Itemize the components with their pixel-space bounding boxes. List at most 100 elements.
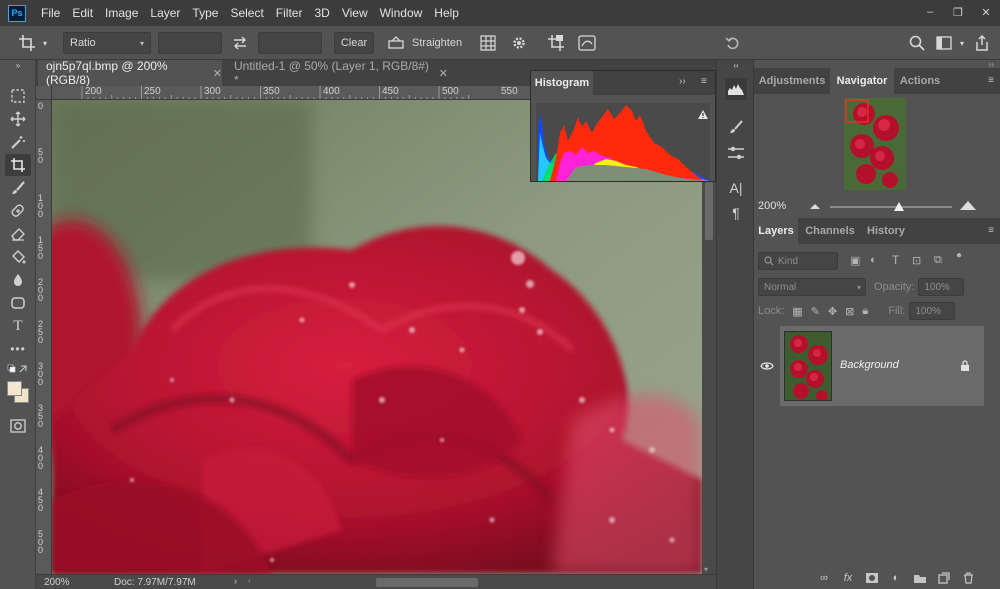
blur-tool-icon[interactable] [5,269,31,291]
tab-histogram[interactable]: Histogram [531,71,593,95]
layer-style-icon[interactable]: fx [840,571,856,585]
move-tool-icon[interactable] [5,108,31,130]
swap-ratio-icon[interactable] [229,32,251,54]
menu-type[interactable]: Type [186,0,224,26]
close-button[interactable]: ✕ [972,0,1000,24]
search-icon[interactable] [906,32,928,54]
menu-help[interactable]: Help [428,0,465,26]
straighten-button[interactable]: Straighten [410,32,464,54]
smart-object-filter-icon[interactable]: ⧉ [934,254,942,267]
tab-adjustments[interactable]: Adjustments [754,68,830,94]
restore-button[interactable]: ❐ [944,0,972,24]
gear-icon[interactable] [508,32,530,54]
rectangle-tool-icon[interactable] [5,292,31,314]
collapse-toolbox-icon[interactable]: » [5,60,31,70]
collapse-dock-icon[interactable]: ›› [989,60,994,69]
lock-transparent-icon[interactable]: ▦ [792,305,802,318]
reset-icon[interactable] [722,32,744,54]
type-tool-icon[interactable]: T [5,315,31,337]
tab-history[interactable]: History [862,218,910,244]
crop-tool-icon[interactable] [5,154,31,176]
navigator-zoom-value[interactable]: 200% [758,200,786,212]
quick-mask-icon[interactable] [5,415,31,437]
menu-view[interactable]: View [336,0,374,26]
navigator-zoom-slider[interactable] [830,206,952,208]
foreground-background-color-icon[interactable] [5,378,31,408]
scroll-down-icon[interactable]: ▾ [704,565,708,574]
filter-toggle-icon[interactable]: ● [956,250,962,261]
overlay-grid-icon[interactable] [477,32,499,54]
menu-image[interactable]: Image [99,0,144,26]
layer-visibility-toggle[interactable] [754,326,780,406]
lock-artboard-icon[interactable]: ⊠ [845,305,854,318]
pixel-filter-icon[interactable]: ▣ [850,254,860,267]
magic-wand-tool-icon[interactable] [5,131,31,153]
kind-filter-select[interactable]: Kind [758,252,838,270]
menu-file[interactable]: File [35,0,66,26]
adjustment-layer-icon[interactable]: ◐ [888,571,904,585]
zoom-out-icon[interactable] [810,203,820,209]
preset-dropdown-arrow-icon[interactable]: ▾ [40,32,50,54]
healing-brush-tool-icon[interactable] [5,200,31,222]
close-tab-icon[interactable]: ✕ [439,67,448,80]
vertical-ruler[interactable]: 0 5 0 1 0 0 1 5 0 2 0 0 2 5 0 3 0 0 3 5 … [36,100,52,574]
minimize-button[interactable]: – [916,0,944,24]
share-icon[interactable] [971,32,993,54]
tab-document-active[interactable]: ojn5p7ql.bmp @ 200% (RGB/8) ✕ [38,59,222,87]
lock-all-icon[interactable]: 🔒︎ [862,305,868,318]
workspace-dropdown-icon[interactable]: ▾ [956,32,968,54]
panel-menu-icon[interactable]: ≡ [701,76,707,87]
horizontal-scroll-thumb[interactable] [376,578,478,587]
ratio-select[interactable]: Ratio ▾ [63,32,151,54]
ratio-width-input[interactable] [158,32,222,54]
status-menu-arrow-icon[interactable]: › [234,576,237,586]
new-layer-icon[interactable] [936,571,952,585]
eraser-tool-icon[interactable] [5,223,31,245]
brush-tool-icon[interactable] [5,177,31,199]
menu-3d[interactable]: 3D [308,0,335,26]
straighten-icon[interactable] [386,32,406,54]
tab-layers[interactable]: Layers [754,218,798,244]
foreground-color-swatch[interactable] [7,381,22,396]
clear-button[interactable]: Clear [334,32,374,54]
adjustment-filter-icon[interactable]: ◐ [870,254,877,266]
brush-settings-icon[interactable] [725,116,747,138]
close-tab-icon[interactable]: ✕ [213,67,222,80]
ruler-origin[interactable] [36,86,52,100]
panel-menu-icon[interactable]: ≡ [988,225,994,236]
brushes-icon[interactable] [725,142,747,164]
menu-edit[interactable]: Edit [66,0,99,26]
zoom-in-icon[interactable] [960,201,976,210]
menu-select[interactable]: Select [224,0,269,26]
panel-menu-icon[interactable]: ≡ [988,75,994,86]
tab-navigator[interactable]: Navigator [830,68,894,94]
content-aware-icon[interactable] [576,32,598,54]
tab-actions[interactable]: Actions [896,68,944,94]
navigator-thumbnail[interactable] [844,98,906,190]
menu-filter[interactable]: Filter [270,0,309,26]
zoom-slider-handle[interactable] [894,202,904,211]
paint-bucket-tool-icon[interactable] [5,246,31,268]
fill-input[interactable]: 100% [909,302,956,320]
default-colors-icon[interactable] [5,363,31,377]
paragraph-panel-icon[interactable]: ¶ [725,202,747,224]
lock-position-icon[interactable]: ✥ [828,305,837,318]
ratio-height-input[interactable] [258,32,322,54]
more-tools-icon[interactable]: ••• [5,338,31,360]
new-group-icon[interactable] [912,571,928,585]
histogram-panel-icon[interactable] [725,78,747,100]
expand-panels-icon[interactable]: ‹‹ [725,60,747,70]
character-panel-icon[interactable]: A| [725,177,747,199]
link-layers-icon[interactable]: ∞ [816,571,832,585]
add-mask-icon[interactable] [864,571,880,585]
menu-window[interactable]: Window [374,0,429,26]
tab-channels[interactable]: Channels [802,218,858,244]
shape-filter-icon[interactable]: ⊡ [912,254,921,267]
tab-document-untitled[interactable]: Untitled-1 @ 50% (Layer 1, RGB/8#) * ✕ [226,59,448,87]
marquee-tool-icon[interactable] [5,85,31,107]
collapse-panel-icon[interactable]: ›› [679,76,686,87]
trash-icon[interactable] [960,571,976,585]
scroll-left-icon[interactable]: ‹ [248,576,251,585]
workspace-icon[interactable] [933,32,955,54]
lock-image-icon[interactable]: ✎ [811,305,820,318]
